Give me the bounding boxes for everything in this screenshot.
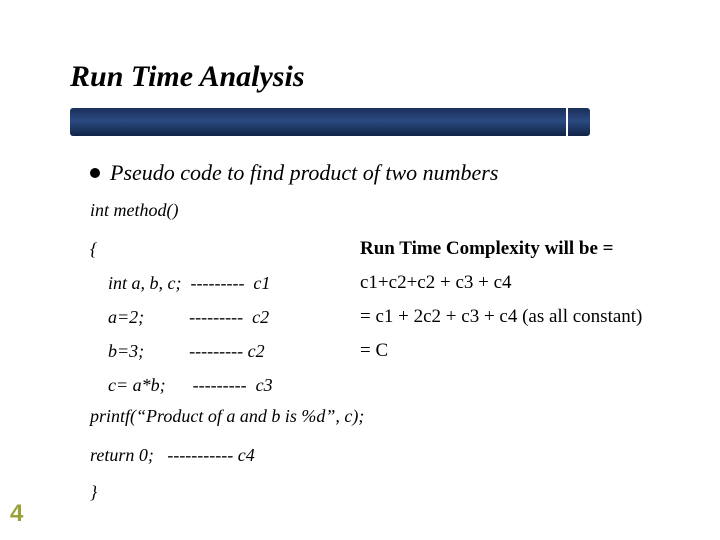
code-block: { int a, b, c; --------- c1 a=2; -------… bbox=[90, 232, 350, 402]
complexity-line: = c1 + 2c2 + c3 + c4 (as all constant) bbox=[360, 300, 700, 334]
bar-segment-cap bbox=[568, 108, 590, 136]
code-line: int a, b, c; --------- c1 bbox=[90, 266, 350, 300]
code-close-brace: } bbox=[90, 482, 97, 503]
bullet-icon bbox=[90, 168, 100, 178]
content-columns: { int a, b, c; --------- c1 a=2; -------… bbox=[90, 232, 700, 402]
code-printf: printf(“Product of a and b is %d”, c); bbox=[90, 406, 364, 427]
code-line: a=2; --------- c2 bbox=[90, 300, 350, 334]
complexity-heading: Run Time Complexity will be = bbox=[360, 232, 700, 266]
code-signature: int method() bbox=[90, 200, 178, 221]
code-line: b=3; --------- c2 bbox=[90, 334, 350, 368]
code-open-brace: { bbox=[90, 232, 350, 266]
code-line: c= a*b; --------- c3 bbox=[90, 368, 350, 402]
complexity-line: = C bbox=[360, 334, 700, 368]
complexity-block: Run Time Complexity will be = c1+c2+c2 +… bbox=[360, 232, 700, 402]
bullet-text: Pseudo code to find product of two numbe… bbox=[110, 160, 498, 186]
complexity-line: c1+c2+c2 + c3 + c4 bbox=[360, 266, 700, 300]
bar-segment-main bbox=[70, 108, 566, 136]
slide-title: Run Time Analysis bbox=[70, 60, 305, 94]
slide: Run Time Analysis Pseudo code to find pr… bbox=[0, 0, 720, 540]
page-number: 4 bbox=[10, 500, 23, 528]
title-underline-bar bbox=[70, 108, 590, 136]
bullet-row: Pseudo code to find product of two numbe… bbox=[90, 160, 498, 186]
code-return: return 0; ----------- c4 bbox=[90, 445, 255, 466]
